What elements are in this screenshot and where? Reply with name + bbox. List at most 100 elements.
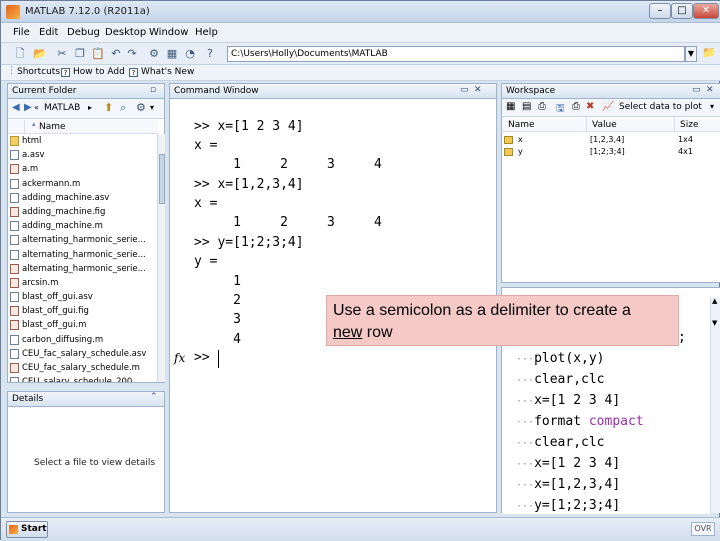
file-list-item[interactable]: adding_machine.m — [8, 219, 156, 233]
file-list-item[interactable]: CEU_fac_salary_schedule.asv — [8, 347, 156, 361]
plot-selector-dropdown-icon[interactable]: ▾ — [710, 102, 714, 111]
breadcrumb-arrow-icon[interactable]: ▸ — [88, 103, 92, 112]
text-cursor — [218, 350, 219, 368]
file-list-scrollbar[interactable] — [157, 134, 165, 382]
menu-file[interactable]: File — [13, 27, 30, 38]
help-icon[interactable]: ? — [203, 47, 217, 61]
path-dropdown-button[interactable]: ▼ — [685, 46, 697, 62]
menu-edit[interactable]: Edit — [39, 27, 58, 38]
workspace-variable-row[interactable]: x [1,2,3,4] 1x4 — [502, 134, 720, 146]
back-arrow-icon[interactable]: ◀ — [12, 102, 20, 113]
ws-col-name[interactable]: Name — [508, 120, 535, 130]
open-folder-icon[interactable]: 📂 — [33, 47, 47, 61]
file-list-item[interactable]: adding_machine.asv — [8, 191, 156, 205]
guide-icon[interactable]: ▦ — [165, 47, 179, 61]
save-workspace-icon[interactable]: 🖫 — [556, 101, 565, 118]
whats-new-link[interactable]: What's New — [141, 67, 194, 77]
file-list: html a.asv a.m ackermann.m adding_machine.as… — [8, 134, 156, 382]
copy-icon[interactable]: ❐ — [73, 47, 87, 61]
file-list-item[interactable]: blast_off_gui.asv — [8, 290, 156, 304]
plot-selector[interactable]: Select data to plot — [619, 102, 702, 112]
delete-variable-icon[interactable]: ✖ — [586, 101, 594, 112]
history-item[interactable]: ···clear,clc — [516, 372, 605, 387]
close-panel-icon[interactable]: ✕ — [474, 85, 482, 95]
how-to-add-link[interactable]: How to Add — [73, 67, 125, 77]
ws-col-value[interactable]: Value — [592, 120, 617, 130]
redo-icon[interactable]: ↷ — [125, 47, 139, 61]
close-panel-icon[interactable]: ✕ — [706, 85, 714, 95]
history-item[interactable]: ···format compact — [516, 414, 644, 429]
workspace-column-header[interactable]: Name Value Size — [502, 118, 720, 132]
history-item[interactable]: ···plot(x,y) — [516, 351, 605, 366]
profiler-icon[interactable]: ◔ — [183, 47, 197, 61]
menu-desktop[interactable]: Desktop — [105, 27, 146, 38]
file-list-item[interactable]: a.m — [8, 162, 156, 176]
minimize-button[interactable]: – — [649, 3, 671, 19]
file-list-item[interactable]: blast_off_gui.m — [8, 318, 156, 332]
search-icon[interactable]: ⌕ — [120, 101, 126, 115]
name-column-header[interactable]: Name ▴ — [8, 120, 158, 134]
undo-icon[interactable]: ↶ — [109, 47, 123, 61]
menu-debug[interactable]: Debug — [67, 27, 100, 38]
expand-chevron-icon[interactable]: ⌃ — [150, 392, 158, 402]
file-list-item[interactable]: arcsin.m — [8, 276, 156, 290]
cut-icon[interactable]: ✂ — [55, 47, 69, 61]
title-bar[interactable]: MATLAB 7.12.0 (R2011a) – □ ✕ — [1, 1, 720, 23]
up-folder-icon[interactable]: ⬆ — [104, 101, 113, 114]
function-browser-icon[interactable]: fx — [174, 351, 185, 365]
history-item[interactable]: ···clear,clc — [516, 435, 605, 450]
current-folder-path-input[interactable]: C:\Users\Holly\Documents\MATLAB — [227, 46, 685, 62]
history-item[interactable]: ···x=[1,2,3,4] — [516, 477, 620, 492]
file-list-item[interactable]: alternating_harmonic_serie... — [8, 262, 156, 276]
maximize-button[interactable]: □ — [671, 3, 693, 19]
menu-help[interactable]: Help — [195, 27, 218, 38]
file-list-item[interactable]: adding_machine.fig — [8, 205, 156, 219]
file-list-item[interactable]: CEU_fac_salary_schedule.m — [8, 361, 156, 375]
forward-arrow-icon[interactable]: ▶ — [24, 102, 32, 113]
matlab-window: MATLAB 7.12.0 (R2011a) – □ ✕ File Edit D… — [0, 0, 720, 541]
file-list-item[interactable]: ackermann.m — [8, 177, 156, 191]
scroll-down-icon[interactable]: ▼ — [712, 319, 717, 327]
file-list-item[interactable]: alternating_harmonic_serie... — [8, 248, 156, 262]
browse-folder-icon[interactable]: 📁 — [701, 46, 717, 62]
history-item[interactable]: ···y=[1;2;3;4] — [516, 498, 620, 513]
file-list-item[interactable]: html — [8, 134, 156, 148]
plot-icon[interactable]: 📈 — [602, 101, 614, 112]
file-icon — [10, 348, 19, 359]
history-scrollbar[interactable]: ▲ ▼ — [710, 297, 720, 513]
file-list-item[interactable]: carbon_diffusing.m — [8, 333, 156, 347]
undock-icon[interactable]: ▭ — [692, 85, 701, 95]
workspace-variable-row[interactable]: y [1;2;3;4] 4x1 — [502, 146, 720, 158]
file-name: adding_machine.asv — [22, 192, 110, 203]
ws-col-size[interactable]: Size — [680, 120, 698, 130]
panel-options-icon[interactable]: ▫ — [150, 85, 156, 95]
shortcuts-label[interactable]: Shortcuts — [17, 67, 60, 77]
file-list-item[interactable]: a.asv — [8, 148, 156, 162]
simulink-icon[interactable]: ⚙ — [147, 47, 161, 61]
details-header[interactable]: Details ⌃ — [8, 392, 164, 407]
scrollbar-thumb[interactable] — [159, 154, 165, 204]
breadcrumb-folder[interactable]: MATLAB — [44, 103, 80, 113]
history-item[interactable]: ···x=[1 2 3 4] — [516, 456, 620, 471]
settings-gear-icon[interactable]: ⚙ — [136, 101, 146, 114]
menu-window[interactable]: Window — [149, 27, 188, 38]
history-item[interactable]: ···x=[1 2 3 4] — [516, 393, 620, 408]
file-list-item[interactable]: CEU_salary_schedule_200... — [8, 375, 156, 382]
undock-icon[interactable]: ▭ — [460, 85, 469, 95]
print-icon[interactable]: ⎙ — [572, 101, 580, 112]
command-window-header: Command Window ▭ ✕ — [170, 84, 496, 99]
details-panel: Details ⌃ Select a file to view details — [7, 391, 165, 513]
command-prompt[interactable]: >> — [194, 350, 210, 365]
new-variable-icon[interactable]: ▦ — [506, 101, 515, 112]
open-variable-icon[interactable]: ▤ — [522, 101, 531, 112]
workspace-toolbar: ▦ ▤ ⎙ 🖫 ⎙ ✖ 📈 Select data to plot ▾ — [502, 99, 720, 117]
command-line: y = — [194, 254, 218, 269]
file-list-item[interactable]: alternating_harmonic_serie... — [8, 233, 156, 247]
paste-icon[interactable]: 📋 — [91, 47, 105, 61]
gear-dropdown-icon[interactable]: ▾ — [150, 103, 154, 112]
new-file-icon[interactable]: 🗋 — [13, 47, 27, 61]
import-data-icon[interactable]: ⎙ — [538, 101, 546, 112]
close-button[interactable]: ✕ — [693, 3, 719, 19]
file-list-item[interactable]: blast_off_gui.fig — [8, 304, 156, 318]
scroll-up-icon[interactable]: ▲ — [712, 297, 717, 305]
